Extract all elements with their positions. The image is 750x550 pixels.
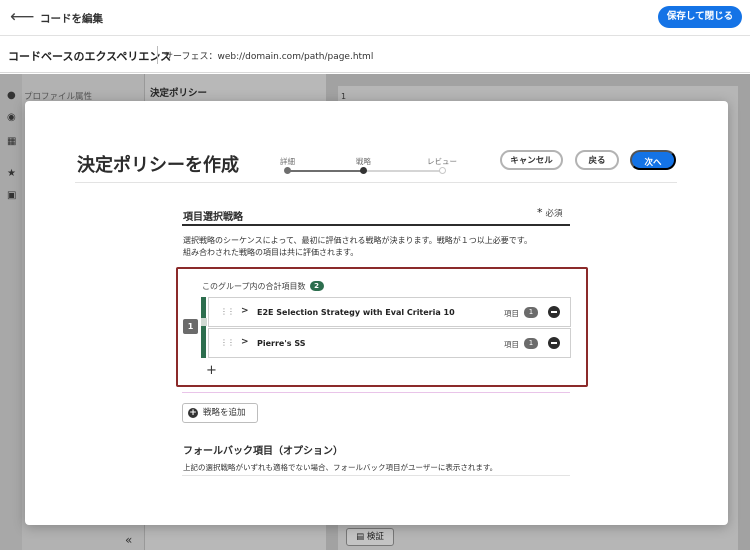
surface-label: サーフェス：web://domain.com/path/page.html — [164, 52, 374, 62]
fallback-title: フォールバック項目（オプション） — [183, 446, 343, 457]
back-arrow-icon[interactable]: ⟵ — [10, 7, 34, 27]
chevron-right-icon[interactable]: > — [241, 306, 249, 316]
create-policy-dialog: 決定ポリシーを作成 詳細 戦略 レビュー キャンセル 戻る 次へ 項目選択戦略 … — [25, 101, 728, 525]
save-and-close-button[interactable]: 保存して閉じる — [658, 6, 742, 28]
dialog-title: 決定ポリシーを作成 — [77, 155, 239, 176]
strategy-name: E2E Selection Strategy with Eval Criteri… — [257, 308, 455, 317]
experience-bar: コードベースのエクスペリエンス サーフェス：web://domain.com/p… — [0, 37, 750, 73]
collapse-icon[interactable]: « — [125, 533, 132, 547]
group-drag-handle[interactable] — [201, 318, 207, 326]
step-review: レビュー — [427, 157, 457, 166]
remove-icon[interactable] — [548, 337, 560, 349]
header-divider — [75, 182, 677, 183]
back-button[interactable]: 戻る — [575, 150, 619, 170]
plus-circle-icon: + — [188, 408, 198, 418]
fallback-description: 上記の選択戦略がいずれも適格でない場合、フォールバック項目がユーザーに表示されま… — [183, 463, 498, 472]
items-label: 項目 — [504, 340, 519, 349]
decision-policy-label: 決定ポリシー — [150, 88, 208, 99]
strategy-row[interactable]: ⋮⋮ > E2E Selection Strategy with Eval Cr… — [208, 297, 571, 327]
step-dot-strategy — [360, 167, 367, 174]
required-label: 必須 — [545, 209, 563, 219]
step-dot-review — [439, 167, 446, 174]
section-rule — [182, 224, 570, 226]
top-bar: ⟵ コードを編集 保存して閉じる — [0, 0, 750, 36]
description-line-1: 選択戦略のシーケンスによって、最初に評価される戦略が決まります。戦略が１つ以上必… — [183, 236, 532, 245]
drag-handle-icon[interactable]: ⋮⋮ — [220, 307, 235, 316]
drag-handle-icon[interactable]: ⋮⋮ — [220, 338, 235, 347]
group-count-badge: 2 — [309, 281, 324, 291]
step-progress-done — [288, 170, 364, 172]
next-button[interactable]: 次へ — [630, 150, 676, 170]
items-label: 項目 — [504, 309, 519, 318]
bar-divider — [157, 46, 158, 64]
group-number: 1 — [183, 319, 198, 334]
group-item-total: このグループ内の合計項目数 2 — [202, 281, 324, 292]
verify-label: 検証 — [366, 532, 384, 542]
cancel-button[interactable]: キャンセル — [500, 150, 563, 170]
star-icon[interactable]: ★ — [7, 168, 16, 179]
section-description: 選択戦略のシーケンスによって、最初に評価される戦略が決まります。戦略が１つ以上必… — [183, 235, 573, 259]
strategy-name: Pierre's SS — [257, 339, 306, 348]
line-number: 1 — [341, 92, 347, 101]
group-bar — [201, 297, 206, 358]
required-star-icon: * — [537, 206, 543, 219]
experience-title: コードベースのエクスペリエンス — [8, 50, 172, 63]
strategy-row[interactable]: ⋮⋮ > Pierre's SS 項目 1 — [208, 328, 571, 358]
left-rail: ● ◉ ▦ ★ ▣ — [0, 74, 22, 550]
step-strategy: 戦略 — [356, 157, 371, 166]
description-line-2: 組み合わされた戦略の項目は共に評価されます。 — [183, 248, 359, 257]
step-dot-details — [284, 167, 291, 174]
required-indicator: * 必須 — [537, 206, 563, 219]
user-icon[interactable]: ● — [7, 90, 16, 101]
remove-icon[interactable] — [548, 306, 560, 318]
items-count-badge: 1 — [524, 307, 538, 318]
verify-button[interactable]: ▤ 検証 — [346, 528, 394, 546]
step-progress-remaining — [364, 170, 444, 172]
drop-indicator — [182, 392, 570, 393]
step-details: 詳細 — [280, 157, 295, 166]
add-strategy-button[interactable]: + 戦略を追加 — [182, 403, 258, 423]
grid-icon[interactable]: ▦ — [7, 136, 16, 147]
section-title: 項目選択戦略 — [183, 212, 243, 223]
fallback-divider — [182, 475, 570, 476]
group-header-label: このグループ内の合計項目数 — [202, 282, 306, 291]
palette-icon[interactable]: ◉ — [7, 112, 16, 123]
document-icon[interactable]: ▣ — [7, 190, 16, 201]
add-strategy-label: 戦略を追加 — [203, 408, 246, 418]
items-count-badge: 1 — [524, 338, 538, 349]
add-to-group-icon[interactable]: + — [206, 364, 217, 378]
editor-title: コードを編集 — [40, 13, 103, 25]
chevron-right-icon[interactable]: > — [241, 337, 249, 347]
